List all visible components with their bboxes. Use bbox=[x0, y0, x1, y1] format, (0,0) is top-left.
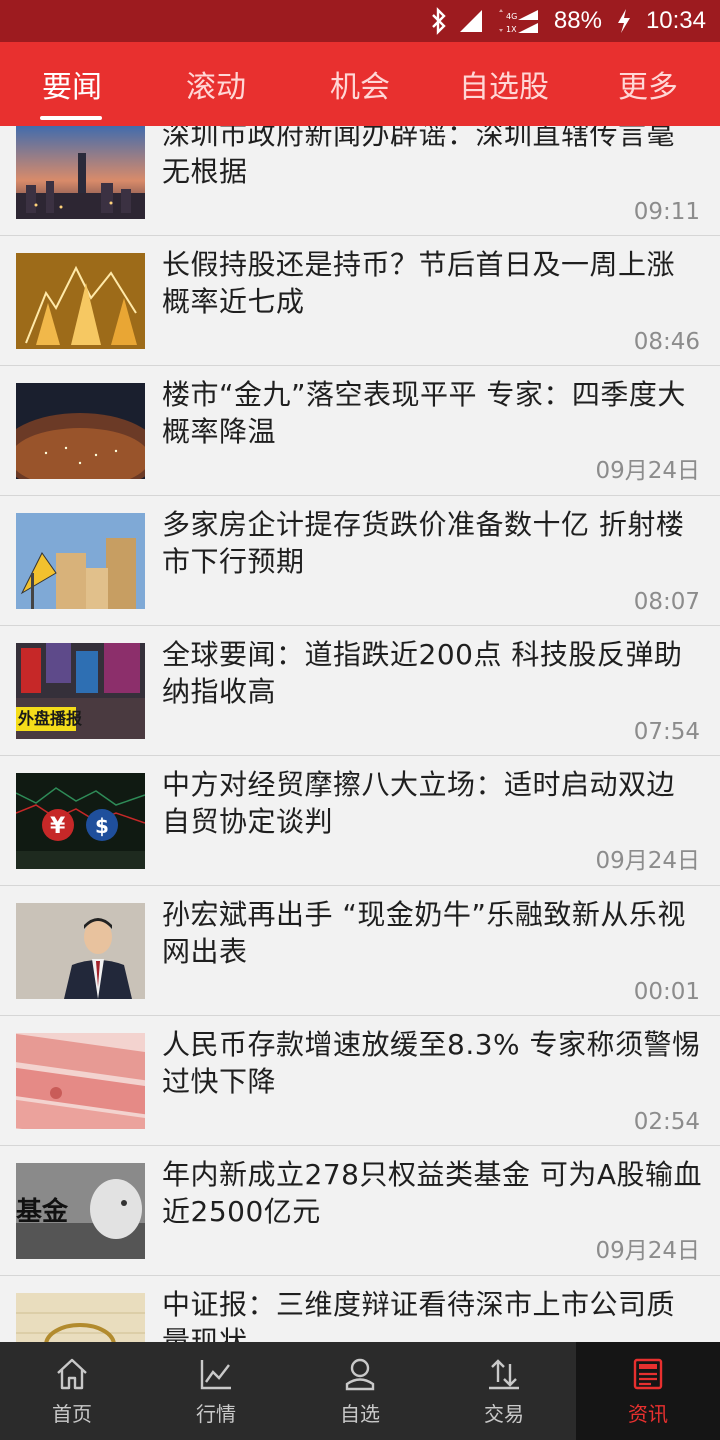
news-item[interactable]: 长假持股还是持币？节后首日及一周上涨概率近七成 08:46 bbox=[0, 236, 720, 366]
tab-label: 自选股 bbox=[459, 70, 549, 105]
news-time: 08:46 bbox=[633, 329, 700, 355]
nav-news[interactable]: 资讯 bbox=[576, 1342, 720, 1440]
battery-percent: 88% bbox=[553, 7, 602, 34]
news-thumbnail: 外盘播报 bbox=[16, 643, 145, 739]
svg-text:1X: 1X bbox=[506, 25, 517, 34]
svg-text:$: $ bbox=[95, 814, 109, 838]
nav-market[interactable]: 行情 bbox=[144, 1342, 288, 1440]
nav-label: 交易 bbox=[484, 1401, 524, 1426]
news-scroll: 深圳市政府新闻办辟谣：深圳直辖传言毫无根据 09:11 长假持股还是持币？节后首… bbox=[0, 126, 720, 1342]
news-time: 09:11 bbox=[633, 199, 700, 225]
bluetooth-icon bbox=[430, 7, 448, 35]
tab-headlines[interactable]: 要闻 bbox=[0, 42, 144, 126]
bottom-nav: 首页 行情 自选 交易 资讯 bbox=[0, 1342, 720, 1440]
clock: 10:34 bbox=[645, 7, 706, 34]
user-icon bbox=[342, 1356, 378, 1392]
news-thumbnail bbox=[16, 513, 145, 609]
tab-label: 要闻 bbox=[42, 70, 102, 105]
news-item[interactable]: 人民币存款增速放缓至8.3% 专家称须警惕过快下降 02:54 bbox=[0, 1016, 720, 1146]
news-title: 孙宏斌再出手 “现金奶牛”乐融致新从乐视网出表 bbox=[162, 898, 686, 968]
news-item[interactable]: ¥ $ 中方对经贸摩擦八大立场：适时启动双边自贸协定谈判 09月24日 bbox=[0, 756, 720, 886]
news-item[interactable]: 外盘播报 全球要闻：道指跌近200点 科技股反弹助纳指收高 07:54 bbox=[0, 626, 720, 756]
overseas-market-badge: 外盘播报 bbox=[18, 709, 83, 728]
exchange-icon bbox=[486, 1356, 522, 1392]
svg-text:¥: ¥ bbox=[50, 814, 66, 839]
charging-icon bbox=[616, 8, 632, 34]
news-thumbnail bbox=[16, 1293, 145, 1342]
news-title: 全球要闻：道指跌近200点 科技股反弹助纳指收高 bbox=[162, 638, 683, 708]
news-item[interactable]: 深圳市政府新闻办辟谣：深圳直辖传言毫无根据 09:11 bbox=[0, 126, 720, 236]
news-thumbnail bbox=[16, 903, 145, 999]
news-thumbnail: ¥ $ bbox=[16, 773, 145, 869]
news-time: 08:07 bbox=[633, 589, 700, 615]
news-title: 长假持股还是持币？节后首日及一周上涨概率近七成 bbox=[162, 248, 676, 318]
svg-text:4G: 4G bbox=[506, 12, 517, 21]
news-time: 02:54 bbox=[633, 1109, 700, 1135]
nav-home[interactable]: 首页 bbox=[0, 1342, 144, 1440]
news-title: 多家房企计提存货跌价准备数十亿 折射楼市下行预期 bbox=[162, 508, 685, 578]
status-bar: 4G 1X 88% 10:34 bbox=[0, 0, 720, 42]
tab-watchlist[interactable]: 自选股 bbox=[432, 42, 576, 126]
nav-label: 自选 bbox=[340, 1401, 380, 1426]
news-title: 深圳市政府新闻办辟谣：深圳直辖传言毫无根据 bbox=[162, 126, 676, 188]
chart-line-icon bbox=[198, 1356, 234, 1392]
tab-label: 更多 bbox=[618, 70, 678, 105]
news-time: 09月24日 bbox=[595, 848, 700, 874]
news-item[interactable]: 楼市“金九”落空表现平平 专家：四季度大概率降温 09月24日 bbox=[0, 366, 720, 496]
news-time: 09月24日 bbox=[595, 1238, 700, 1264]
top-tab-bar: 要闻 滚动 机会 自选股 更多 bbox=[0, 42, 720, 126]
tab-label: 机会 bbox=[330, 70, 390, 105]
news-item[interactable]: 多家房企计提存货跌价准备数十亿 折射楼市下行预期 08:07 bbox=[0, 496, 720, 626]
news-item[interactable]: 孙宏斌再出手 “现金奶牛”乐融致新从乐视网出表 00:01 bbox=[0, 886, 720, 1016]
home-icon bbox=[54, 1356, 90, 1392]
tab-rolling[interactable]: 滚动 bbox=[144, 42, 288, 126]
nav-watchlist[interactable]: 自选 bbox=[288, 1342, 432, 1440]
news-thumbnail bbox=[16, 126, 145, 219]
nav-trade[interactable]: 交易 bbox=[432, 1342, 576, 1440]
news-thumbnail: 基金 bbox=[16, 1163, 145, 1259]
news-thumbnail bbox=[16, 1033, 145, 1129]
news-icon bbox=[630, 1356, 666, 1392]
nav-label: 行情 bbox=[196, 1401, 236, 1426]
news-title: 楼市“金九”落空表现平平 专家：四季度大概率降温 bbox=[162, 378, 686, 448]
nav-label: 首页 bbox=[52, 1401, 92, 1426]
news-item[interactable]: 中证报：三维度辩证看待深市上市公司质量现状 bbox=[0, 1276, 720, 1342]
signal-icon bbox=[458, 8, 484, 34]
news-time: 00:01 bbox=[633, 979, 700, 1005]
tab-label: 滚动 bbox=[186, 70, 246, 105]
news-item[interactable]: 基金 年内新成立278只权益类基金 可为A股输血近2500亿元 09月24日 bbox=[0, 1146, 720, 1276]
news-time: 07:54 bbox=[633, 719, 700, 745]
news-time: 09月24日 bbox=[595, 458, 700, 484]
news-thumbnail bbox=[16, 383, 145, 479]
tab-opportunities[interactable]: 机会 bbox=[288, 42, 432, 126]
news-title: 人民币存款增速放缓至8.3% 专家称须警惕过快下降 bbox=[162, 1028, 701, 1098]
nav-label: 资讯 bbox=[628, 1401, 668, 1426]
status-icons: 4G 1X bbox=[430, 7, 540, 35]
fund-badge: 基金 bbox=[16, 1197, 69, 1227]
news-thumbnail bbox=[16, 253, 145, 349]
news-title: 中证报：三维度辩证看待深市上市公司质量现状 bbox=[162, 1288, 676, 1342]
network-signal-icon: 4G 1X bbox=[494, 8, 540, 34]
news-list[interactable]: 深圳市政府新闻办辟谣：深圳直辖传言毫无根据 09:11 长假持股还是持币？节后首… bbox=[0, 126, 720, 1342]
tab-more[interactable]: 更多 bbox=[576, 42, 720, 126]
news-title: 年内新成立278只权益类基金 可为A股输血近2500亿元 bbox=[162, 1158, 702, 1228]
news-title: 中方对经贸摩擦八大立场：适时启动双边自贸协定谈判 bbox=[162, 768, 676, 838]
